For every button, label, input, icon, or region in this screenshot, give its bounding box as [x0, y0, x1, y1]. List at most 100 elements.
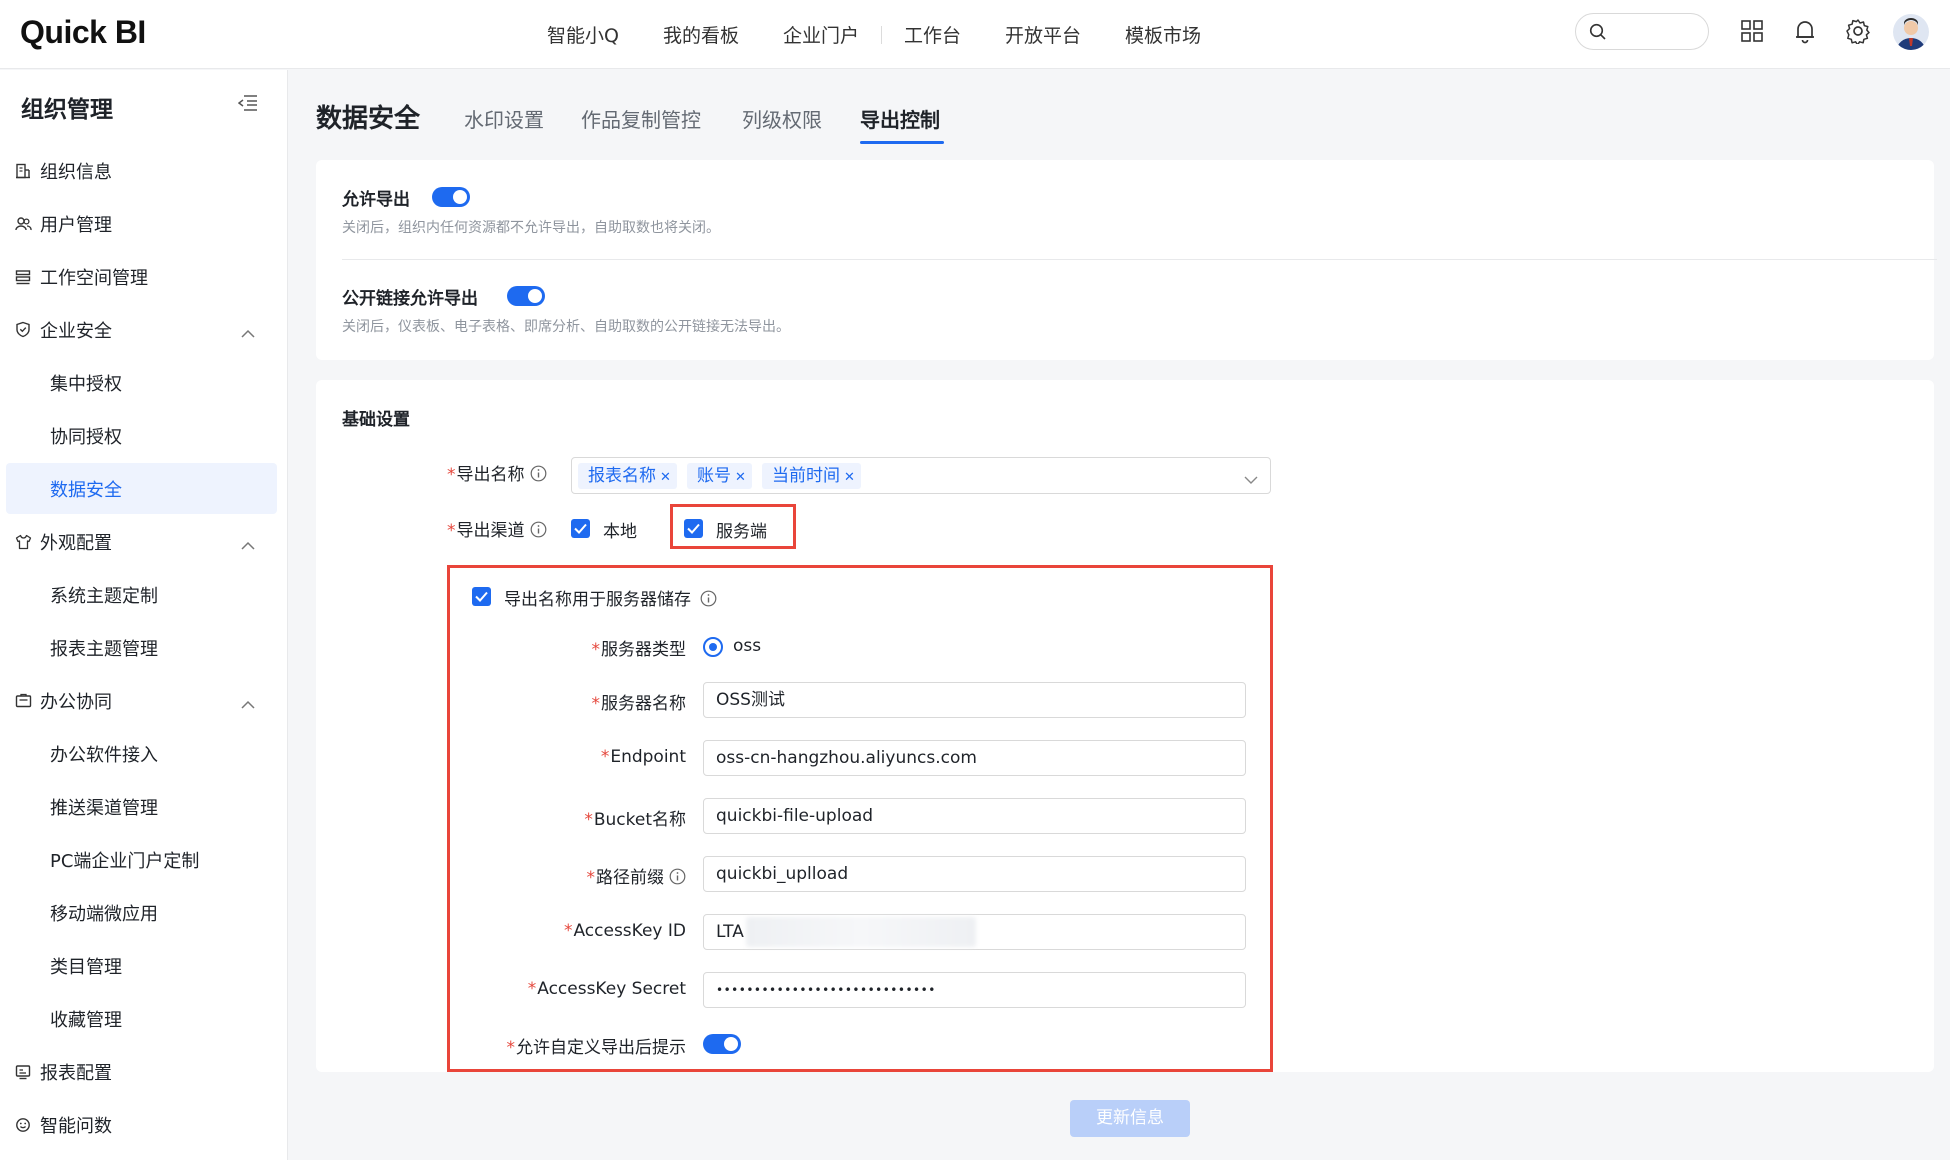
server-type-oss-radio[interactable]: [703, 637, 723, 657]
sidebar-item-user-mgmt[interactable]: 用户管理: [6, 198, 277, 249]
sidebar-item-favorites-mgmt[interactable]: 收藏管理: [6, 993, 277, 1044]
info-icon[interactable]: [530, 465, 547, 482]
public-link-export-label: 公开链接允许导出: [342, 289, 478, 309]
update-info-button[interactable]: 更新信息: [1070, 1100, 1190, 1137]
sidebar-title: 组织管理: [21, 97, 113, 123]
shirt-icon: [6, 534, 40, 550]
chevron-up-icon[interactable]: [241, 322, 255, 343]
nav-item-smart-q[interactable]: 智能小Q: [525, 21, 641, 48]
nav-item-template-market[interactable]: 模板市场: [1103, 21, 1223, 48]
sidebar-item-label: 办公软件接入: [50, 744, 158, 766]
close-icon[interactable]: ✕: [735, 470, 746, 485]
server-name-input[interactable]: OSS测试: [703, 682, 1246, 718]
bucket-input[interactable]: quickbi-file-upload: [703, 798, 1246, 834]
page-title: 数据安全: [316, 104, 421, 134]
stack-icon: [6, 269, 40, 285]
sidebar-item-smart-query[interactable]: 智能问数: [6, 1099, 277, 1150]
tab-export-control[interactable]: 导出控制: [860, 104, 940, 133]
info-icon[interactable]: [530, 521, 547, 538]
sidebar-item-workspace-mgmt[interactable]: 工作空间管理: [6, 251, 277, 302]
endpoint-label: *Endpoint: [600, 747, 686, 767]
sidebar-item-label: 用户管理: [40, 214, 112, 236]
access-key-secret-input[interactable]: •••••••••••••••••••••••••••••: [703, 972, 1246, 1008]
allow-export-toggle[interactable]: [432, 187, 470, 207]
sidebar-item-appearance[interactable]: 外观配置: [6, 516, 277, 567]
sidebar-item-label: 集中授权: [50, 373, 122, 395]
search-input[interactable]: [1575, 13, 1709, 50]
sidebar-item-system-theme[interactable]: 系统主题定制: [6, 569, 277, 620]
sidebar-item-enterprise-security[interactable]: 企业安全: [6, 304, 277, 355]
sidebar-item-label: 类目管理: [50, 956, 122, 978]
bell-icon[interactable]: [1791, 17, 1819, 45]
basic-settings-title: 基础设置: [342, 410, 410, 430]
sidebar-item-office-software[interactable]: 办公软件接入: [6, 728, 277, 779]
app-logo[interactable]: Quick BI: [20, 14, 146, 51]
avatar[interactable]: [1893, 14, 1929, 50]
chevron-up-icon[interactable]: [241, 693, 255, 714]
sidebar-item-report-theme[interactable]: 报表主题管理: [6, 622, 277, 673]
sidebar-item-label: 数据安全: [50, 479, 122, 501]
tag-current-time: 当前时间 ✕: [762, 463, 861, 489]
path-prefix-input[interactable]: quickbi_uplload: [703, 856, 1246, 892]
nav-item-portal[interactable]: 企业门户: [761, 21, 881, 48]
nav-item-my-boards[interactable]: 我的看板: [641, 21, 761, 48]
sidebar-item-data-security[interactable]: 数据安全: [6, 463, 277, 514]
custom-tip-label: *允许自定义导出后提示: [506, 1038, 687, 1058]
server-type-label: *服务器类型: [591, 640, 687, 660]
tab-copy-control[interactable]: 作品复制管控: [581, 104, 701, 133]
sidebar-item-category-mgmt[interactable]: 类目管理: [6, 940, 277, 991]
sidebar-item-push-channel[interactable]: 推送渠道管理: [6, 781, 277, 832]
export-switch-card: 允许导出 关闭后，组织内任何资源都不允许导出，自助取数也将关闭。 公开链接允许导…: [316, 160, 1937, 360]
briefcase-icon: [6, 693, 40, 708]
sidebar-item-mobile-app[interactable]: 移动端微应用: [6, 887, 277, 938]
allow-export-label: 允许导出: [342, 190, 410, 210]
users-icon: [6, 216, 40, 232]
sidebar-item-office-collab[interactable]: 办公协同: [6, 675, 277, 726]
chat-icon: [6, 1117, 40, 1133]
tab-column-permission[interactable]: 列级权限: [742, 104, 822, 133]
redacted-blur: [746, 917, 976, 947]
sidebar-item-label: 企业安全: [40, 320, 112, 342]
top-nav: 智能小Q 我的看板 企业门户 工作台 开放平台 模板市场: [525, 0, 1223, 69]
sidebar-item-report-config[interactable]: 报表配置: [6, 1046, 277, 1097]
sidebar-item-central-auth[interactable]: 集中授权: [6, 357, 277, 408]
sidebar-item-label: 收藏管理: [50, 1009, 122, 1031]
channel-server-label: 服务端: [716, 522, 767, 542]
bucket-label: *Bucket名称: [584, 810, 686, 830]
info-icon[interactable]: [700, 590, 717, 607]
sidebar-item-pc-portal[interactable]: PC端企业门户定制: [6, 834, 277, 885]
sidebar-item-label: 推送渠道管理: [50, 797, 158, 819]
custom-tip-toggle[interactable]: [703, 1034, 741, 1054]
sidebar-item-collab-auth[interactable]: 协同授权: [6, 410, 277, 461]
public-link-export-toggle[interactable]: [507, 286, 545, 306]
tab-watermark[interactable]: 水印设置: [464, 104, 544, 133]
active-tab-indicator: [860, 141, 944, 144]
sidebar-item-label: 办公协同: [40, 691, 112, 713]
server-storage-checkbox[interactable]: [472, 587, 491, 606]
sidebar-item-label: 工作空间管理: [40, 267, 148, 289]
chevron-up-icon[interactable]: [241, 534, 255, 555]
tag-account: 账号 ✕: [687, 463, 752, 489]
chevron-down-icon[interactable]: [1244, 470, 1258, 489]
channel-server-checkbox[interactable]: [684, 519, 703, 538]
allow-export-desc: 关闭后，组织内任何资源都不允许导出，自助取数也将关闭。: [342, 220, 720, 236]
nav-item-workbench[interactable]: 工作台: [882, 21, 983, 48]
sidebar-item-org-info[interactable]: 组织信息: [6, 145, 277, 196]
access-key-id-label: *AccessKey ID: [563, 921, 686, 941]
collapse-sidebar-icon[interactable]: [237, 94, 258, 116]
access-key-secret-label: *AccessKey Secret: [527, 979, 686, 999]
apps-grid-icon[interactable]: [1738, 17, 1766, 45]
close-icon[interactable]: ✕: [844, 470, 855, 485]
report-icon: [6, 1064, 40, 1080]
export-name-select[interactable]: 报表名称 ✕ 账号 ✕ 当前时间 ✕: [571, 457, 1271, 494]
info-icon[interactable]: [669, 868, 686, 885]
sidebar-item-label: 智能问数: [40, 1115, 112, 1137]
nav-item-open-platform[interactable]: 开放平台: [983, 21, 1103, 48]
sidebar-item-label: PC端企业门户定制: [50, 850, 200, 872]
gear-icon[interactable]: [1844, 17, 1872, 45]
channel-local-checkbox[interactable]: [571, 519, 590, 538]
endpoint-input[interactable]: oss-cn-hangzhou.aliyuncs.com: [703, 740, 1246, 776]
divider: [342, 259, 1937, 260]
sidebar-item-label: 外观配置: [40, 532, 112, 554]
close-icon[interactable]: ✕: [660, 470, 671, 485]
